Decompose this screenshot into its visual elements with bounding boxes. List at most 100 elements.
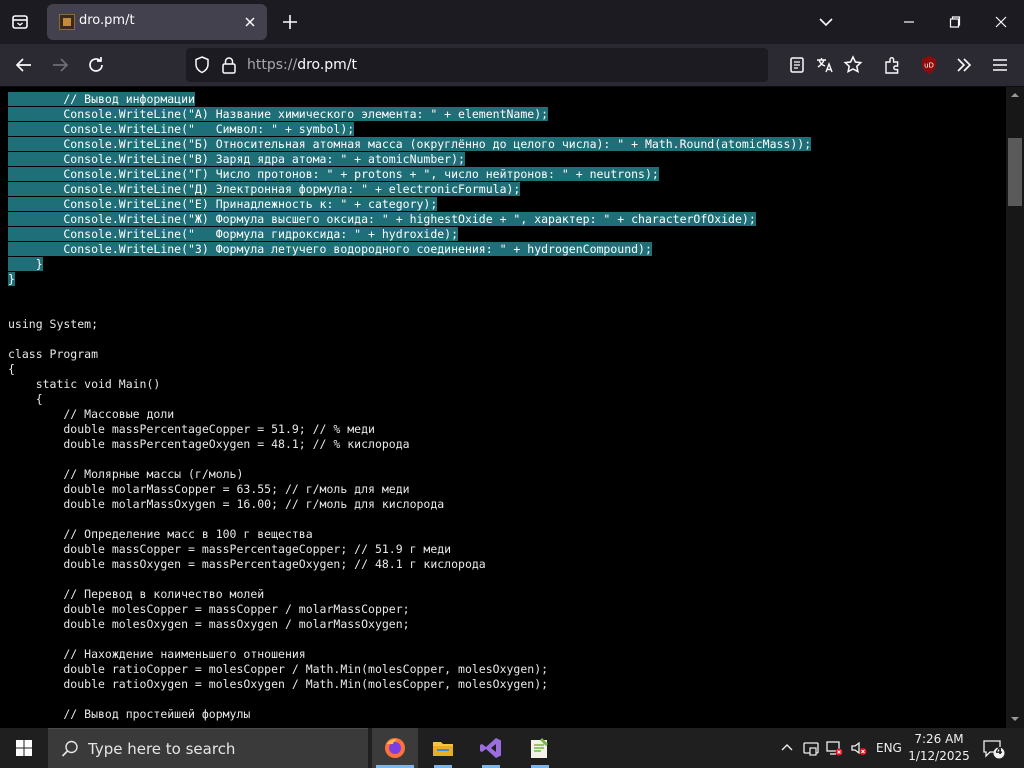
reader-view-icon[interactable] — [785, 53, 809, 77]
notification-center-icon[interactable]: 4 — [982, 738, 1006, 760]
extensions-icon[interactable] — [880, 53, 904, 77]
scrollbar-thumb[interactable] — [1008, 138, 1022, 206]
code-line: class Program — [8, 347, 99, 361]
selected-code-text: Console.WriteLine("Д) Электронная формул… — [8, 182, 521, 196]
code-line: double massOxygen = massPercentageOxygen… — [8, 557, 486, 571]
code-line-selected: } — [8, 272, 811, 287]
taskbar-firefox[interactable] — [372, 728, 418, 768]
taskbar-visual-studio[interactable] — [468, 728, 514, 768]
system-clock[interactable]: 7:26 AM 1/12/2025 — [906, 731, 972, 765]
shield-icon[interactable] — [192, 55, 212, 75]
code-line: double massPercentageCopper = 51.9; // %… — [8, 422, 375, 436]
code-line-selected: // Вывод информации — [8, 92, 811, 107]
selected-code-text: Console.WriteLine("Б) Относительная атом… — [8, 137, 812, 151]
browser-tab[interactable]: dro.pm/t — [47, 4, 267, 40]
code-listing: // Вывод информации Console.WriteLine("А… — [8, 92, 812, 722]
code-line: // Вывод простейшей формулы — [8, 707, 251, 721]
chevron-up-icon[interactable] — [778, 739, 796, 757]
overflow-icon[interactable] — [952, 53, 976, 77]
input-language[interactable]: ENG — [876, 741, 902, 755]
file-explorer-icon — [431, 736, 455, 760]
code-line: { — [8, 392, 43, 406]
selected-code-text: Console.WriteLine("Г) Число протонов: " … — [8, 167, 659, 181]
selected-code-text: Console.WriteLine("Ж) Формула высшего ок… — [8, 212, 756, 226]
notepad-plus-plus-icon — [528, 736, 552, 760]
tab-list-icon[interactable] — [8, 10, 32, 34]
selected-code-text: } — [8, 257, 43, 271]
search-icon — [60, 739, 80, 759]
windows-start-icon[interactable] — [0, 728, 48, 768]
clock-time: 7:26 AM — [914, 732, 964, 746]
selected-code-text: Console.WriteLine("В) Заряд ядра атома: … — [8, 152, 465, 166]
code-line: double molarMassCopper = 63.55; // г/мол… — [8, 482, 410, 496]
menu-icon[interactable] — [988, 53, 1012, 77]
close-window-icon[interactable] — [989, 10, 1013, 34]
url-text[interactable]: https://dro.pm/t — [247, 57, 357, 73]
reload-icon[interactable] — [84, 53, 108, 77]
code-line: // Нахождение наименьшего отношения — [8, 647, 306, 661]
selected-code-text: Console.WriteLine("А) Название химическо… — [8, 107, 549, 121]
navigation-toolbar: https://dro.pm/t uD — [0, 44, 1024, 87]
selected-code-text: Console.WriteLine(" Формула гидроксида: … — [8, 227, 459, 241]
site-favicon-icon — [59, 14, 75, 30]
star-icon[interactable] — [841, 53, 865, 77]
url-bar[interactable]: https://dro.pm/t — [186, 48, 768, 82]
minimize-icon[interactable] — [897, 10, 921, 34]
scroll-up-icon[interactable] — [1010, 90, 1020, 100]
close-icon[interactable] — [240, 12, 260, 32]
code-line: double ratioOxygen = molesOxygen / Math.… — [8, 677, 549, 691]
code-line: // Определение масс в 100 г вещества — [8, 527, 313, 541]
code-line-selected: Console.WriteLine("Г) Число протонов: " … — [8, 167, 811, 182]
code-line: double molarMassOxygen = 16.00; // г/мол… — [8, 497, 445, 511]
svg-text:uD: uD — [924, 62, 934, 70]
forward-icon[interactable] — [48, 53, 72, 77]
code-line-selected: Console.WriteLine("Б) Относительная атом… — [8, 137, 812, 152]
taskbar: Type here to search ENG 7:26 AM 1/12/202… — [0, 728, 1024, 768]
code-line-selected: Console.WriteLine("Е) Принадлежность к: … — [8, 197, 811, 212]
visual-studio-icon — [479, 736, 503, 760]
notification-count: 4 — [995, 746, 1003, 757]
vertical-scrollbar[interactable] — [1006, 87, 1024, 728]
lock-icon[interactable] — [220, 55, 238, 75]
network-disconnected-icon[interactable] — [825, 739, 843, 757]
code-line: double molesOxygen = massOxygen / molarM… — [8, 617, 410, 631]
taskbar-search-box[interactable]: Type here to search — [48, 728, 368, 768]
ublock-icon[interactable]: uD — [917, 53, 941, 77]
back-icon[interactable] — [12, 53, 36, 77]
code-line: double molesCopper = massCopper / molarM… — [8, 602, 410, 616]
translate-icon[interactable] — [813, 53, 837, 77]
selected-code-text: // Вывод информации — [8, 92, 195, 106]
taskbar-notepad-plus-plus[interactable] — [517, 728, 563, 768]
restore-icon[interactable] — [943, 10, 967, 34]
code-line: double ratioCopper = molesCopper / Math.… — [8, 662, 549, 676]
code-line-selected: Console.WriteLine("В) Заряд ядра атома: … — [8, 152, 811, 167]
code-line-selected: Console.WriteLine(" Символ: " + symbol); — [8, 122, 811, 137]
plus-icon[interactable] — [278, 10, 302, 34]
code-line: using System; — [8, 317, 99, 331]
code-line: // Массовые доли — [8, 407, 175, 421]
code-line-selected: Console.WriteLine("З) Формула летучего в… — [8, 242, 811, 257]
url-host-path: dro.pm/t — [297, 57, 358, 73]
code-line: // Перевод в количество молей — [8, 587, 265, 601]
meet-now-icon[interactable] — [802, 739, 820, 757]
tab-title: dro.pm/t — [79, 13, 135, 28]
scroll-down-icon[interactable] — [1010, 714, 1020, 724]
search-placeholder: Type here to search — [88, 740, 236, 758]
tab-strip: dro.pm/t — [0, 0, 1024, 44]
chevron-down-icon[interactable] — [814, 10, 838, 34]
code-line: double massCopper = massPercentageCopper… — [8, 542, 452, 556]
selected-code-text: Console.WriteLine("Е) Принадлежность к: … — [8, 197, 438, 211]
code-line-selected: Console.WriteLine("Д) Электронная формул… — [8, 182, 811, 197]
volume-muted-icon[interactable] — [849, 739, 867, 757]
page-content: // Вывод информации Console.WriteLine("А… — [0, 87, 1006, 728]
taskbar-file-explorer[interactable] — [420, 728, 466, 768]
code-line: // Молярные массы (г/моль) — [8, 467, 244, 481]
code-line: double massPercentageOxygen = 48.1; // %… — [8, 437, 410, 451]
